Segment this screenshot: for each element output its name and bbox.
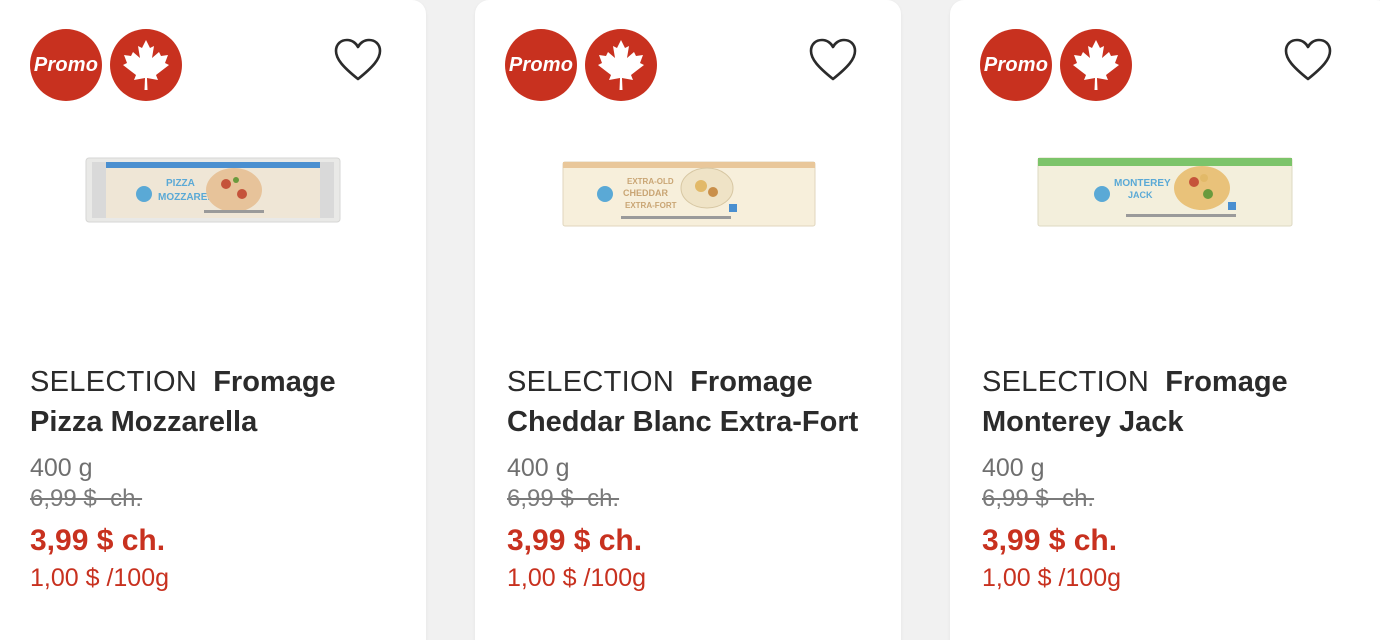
product-size: 400 g xyxy=(507,454,570,482)
product-size: 400 g xyxy=(982,454,1045,482)
sale-price: 3,99 $ ch. xyxy=(982,524,1118,557)
canada-badge xyxy=(585,29,657,101)
unit-price: 1,00 $ /100g xyxy=(982,564,1122,592)
sale-price: 3,99 $ ch. xyxy=(30,524,166,557)
unit-price: 1,00 $ /100g xyxy=(30,564,170,592)
maple-leaf-icon xyxy=(1073,40,1119,90)
favorite-button[interactable] xyxy=(332,34,384,86)
product-size: 400 g xyxy=(30,454,93,482)
product-image[interactable]: MONTEREY JACK xyxy=(1036,154,1294,230)
promo-badge: Promo xyxy=(980,29,1052,101)
promo-label: Promo xyxy=(33,53,99,76)
product-title[interactable]: SELECTION Fromage Pizza Mozzarella xyxy=(30,362,410,442)
product-info: SELECTION Fromage Monterey Jack 400 g 6,… xyxy=(982,362,1362,594)
canada-badge xyxy=(110,29,182,101)
regular-price: 6,99 $ ch. xyxy=(507,485,620,512)
package-text: CHEDDAR xyxy=(623,188,669,198)
regular-price: 6,99 $ ch. xyxy=(982,485,1095,512)
brand-name: SELECTION xyxy=(30,366,198,398)
promo-label: Promo xyxy=(508,53,574,76)
product-card[interactable]: Promo EXTRA-OLD CHEDDAR EXTRA-FORT SELEC… xyxy=(475,0,901,640)
promo-label: Promo xyxy=(983,53,1049,76)
favorite-button[interactable] xyxy=(1282,34,1334,86)
promo-badge: Promo xyxy=(30,29,102,101)
maple-leaf-icon xyxy=(123,40,169,90)
package-text: EXTRA-FORT xyxy=(625,201,677,210)
product-image[interactable]: PIZZA MOZZARELLA xyxy=(84,152,342,228)
product-title[interactable]: SELECTION Fromage Cheddar Blanc Extra-Fo… xyxy=(507,362,887,442)
promo-badge: Promo xyxy=(505,29,577,101)
unit-price: 1,00 $ /100g xyxy=(507,564,647,592)
brand-name: SELECTION xyxy=(982,366,1150,398)
maple-leaf-icon xyxy=(598,40,644,90)
sale-price: 3,99 $ ch. xyxy=(507,524,643,557)
favorite-button[interactable] xyxy=(807,34,859,86)
brand-name: SELECTION xyxy=(507,366,675,398)
product-info: SELECTION Fromage Cheddar Blanc Extra-Fo… xyxy=(507,362,887,594)
canada-badge xyxy=(1060,29,1132,101)
product-image[interactable]: EXTRA-OLD CHEDDAR EXTRA-FORT xyxy=(561,158,817,230)
product-card[interactable]: Promo MONTEREY JACK SELECTION Fromage Mo… xyxy=(950,0,1380,640)
package-text: PIZZA xyxy=(166,178,195,189)
heart-outline-icon xyxy=(1284,38,1332,81)
product-grid: Promo PIZZA MOZZARELLA SELECTION Fromage… xyxy=(0,0,1380,640)
product-title[interactable]: SELECTION Fromage Monterey Jack xyxy=(982,362,1362,442)
regular-price: 6,99 $ ch. xyxy=(30,485,143,512)
package-text: JACK xyxy=(1128,190,1153,200)
heart-outline-icon xyxy=(809,38,857,81)
package-text: EXTRA-OLD xyxy=(627,177,674,186)
heart-outline-icon xyxy=(334,38,382,81)
product-card[interactable]: Promo PIZZA MOZZARELLA SELECTION Fromage… xyxy=(0,0,426,640)
product-info: SELECTION Fromage Pizza Mozzarella 400 g… xyxy=(30,362,410,594)
package-text: MONTEREY xyxy=(1114,178,1171,189)
